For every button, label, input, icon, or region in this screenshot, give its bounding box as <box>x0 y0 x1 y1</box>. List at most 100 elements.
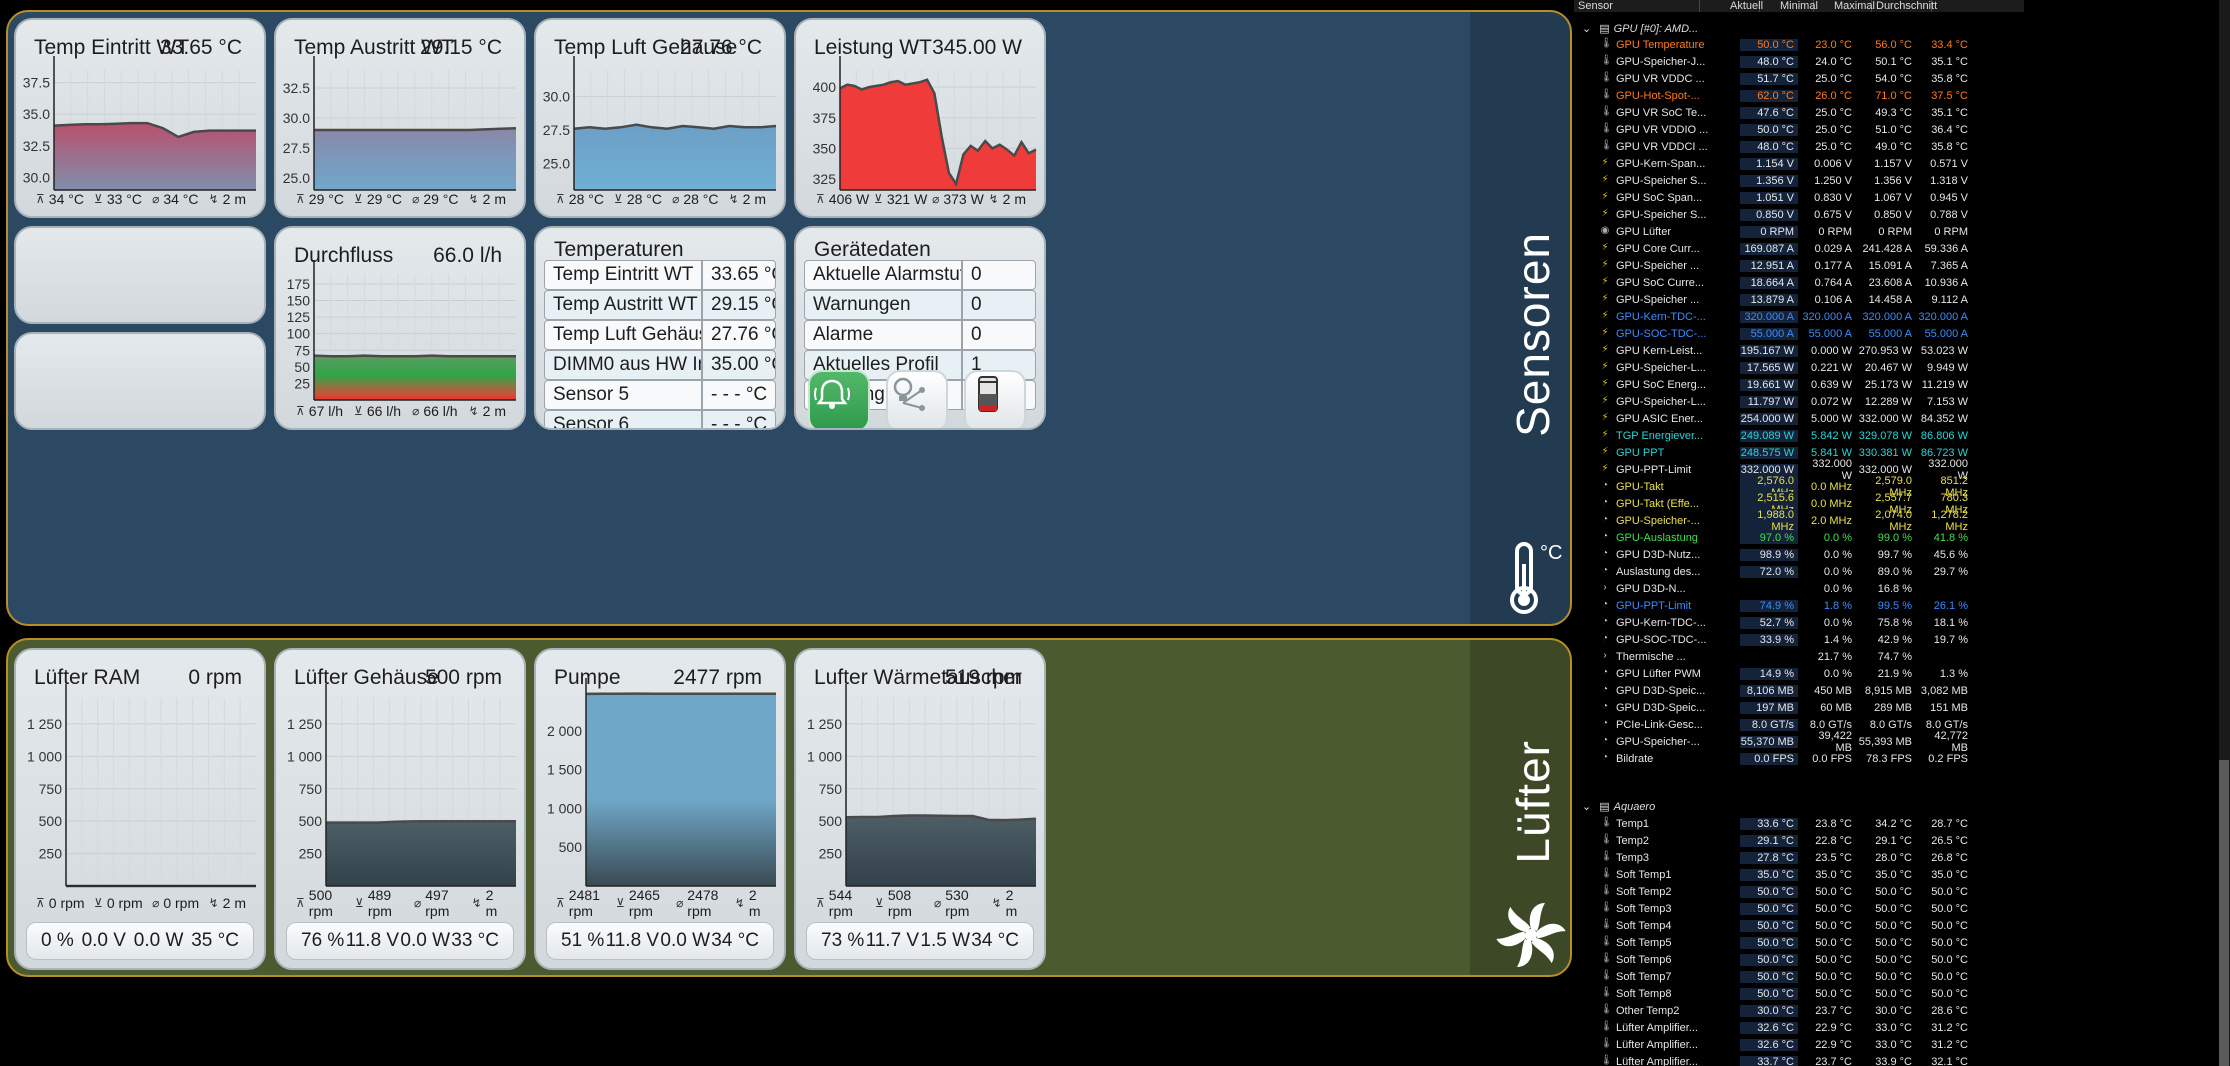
device-status-button[interactable] <box>964 370 1026 428</box>
chart-card-temp-case-air[interactable]: Temp Luft Gehäuse 27.76 °C 30.0 27.5 25.0 ⊼ 28… <box>534 18 786 218</box>
sensor-row[interactable]: ⚡ GPU-Kern-Span... 1.154 V 0.006 V 1.157 V 0.… <box>1574 155 2024 172</box>
expand-chevron-icon[interactable]: › <box>1600 582 1610 594</box>
sensor-row[interactable]: ◔ Bildrate 0.0 FPS 0.0 FPS 78.3 FPS 0.2 FPS <box>1574 750 2024 767</box>
sensor-row[interactable]: ◔ GPU-SOC-TDC-... 33.9 % 1.4 % 42.9 % 19.7 % <box>1574 631 2024 648</box>
fan-card-ram[interactable]: Lüfter RAM 0 rpm 1 250 1 000 750 500 250 ⊼ 0 rpm… <box>14 648 266 970</box>
sensor-row[interactable]: 🌡 Soft Temp1 35.0 °C 35.0 °C 35.0 °C 35.0 °C <box>1574 866 2024 883</box>
sensor-average: 53.023 W <box>1920 344 1968 357</box>
sensor-row[interactable]: ◔ GPU D3D-Speic... 8,106 MB 450 MB 8,915 MB 3… <box>1574 682 2024 699</box>
sensor-row[interactable]: 🌡 Temp1 33.6 °C 23.8 °C 34.2 °C 28.7 °C <box>1574 815 2024 832</box>
chart-card-temp-outlet[interactable]: Temp Austritt WT 29.15 °C 32.5 30.0 27.5 25.0… <box>274 18 526 218</box>
sensor-row[interactable]: › Thermische ... 21.7 % 74.7 % <box>1574 648 2024 665</box>
sensor-row[interactable]: ⚡ GPU Kern-Leist... 195.167 W 0.000 W 270.95… <box>1574 342 2024 359</box>
sensor-row[interactable]: 🌡 Temp3 27.8 °C 23.5 °C 28.0 °C 26.8 °C <box>1574 849 2024 866</box>
sensor-row[interactable]: 🌡 Soft Temp7 50.0 °C 50.0 °C 50.0 °C 50.0 °C <box>1574 968 2024 985</box>
light-control-button[interactable] <box>886 370 948 428</box>
chart-card-temp-inlet[interactable]: Temp Eintritt WT 33.65 °C 37.5 35.0 32.5 30.0… <box>14 18 266 218</box>
sensor-row[interactable]: ◔ Auslastung des... 72.0 % 0.0 % 89.0 % 29.7 … <box>1574 563 2024 580</box>
header-min[interactable]: Minimal <box>1760 0 1818 12</box>
sensor-name: Soft Temp8 <box>1616 987 1672 1000</box>
sensor-row[interactable]: 🌡 GPU Temperature 50.0 °C 23.0 °C 56.0 °C 33.… <box>1574 36 2024 53</box>
sensor-group-header[interactable]: ⌄ ▤ GPU [#0]: AMD... <box>1582 20 2022 37</box>
sensor-row[interactable]: ⚡ TGP Energiever... 249.089 W 5.842 W 329.07… <box>1574 427 2024 444</box>
sensor-row[interactable]: 🌡 Lüfter Amplifier... 32.6 °C 22.9 °C 33.0 °… <box>1574 1019 2024 1036</box>
sensor-name: GPU-Takt <box>1616 480 1664 493</box>
sensor-row[interactable]: ◔ GPU-Kern-TDC-... 52.7 % 0.0 % 75.8 % 18.1 % <box>1574 614 2024 631</box>
sensor-row[interactable]: 🌡 Soft Temp6 50.0 °C 50.0 °C 50.0 °C 50.0 °C <box>1574 951 2024 968</box>
sensor-average: 50.0 °C <box>1931 885 1968 898</box>
chart-card-flow[interactable]: Durchfluss 66.0 l/h 175 150 125 100 75 50 25 ⊼ 67 … <box>274 226 526 430</box>
chart-card-power-wt[interactable]: Leistung WT 345.00 W 400 375 350 325 ⊼ 406 W ⊻ 32… <box>794 18 1046 218</box>
sensor-row[interactable]: ⚡ GPU Core Curr... 169.087 A 0.029 A 241.428… <box>1574 240 2024 257</box>
sensor-row[interactable]: 🌡 GPU VR VDDIO ... 50.0 °C 25.0 °C 51.0 °C 36… <box>1574 121 2024 138</box>
sensor-row[interactable]: ⚡ GPU SoC Curre... 18.664 A 0.764 A 23.608 A… <box>1574 274 2024 291</box>
sensor-row[interactable]: 🌡 GPU VR SoC Te... 47.6 °C 25.0 °C 49.3 °C 35… <box>1574 104 2024 121</box>
stat-min-value: 2465 rpm <box>628 887 660 919</box>
sensor-row[interactable]: › GPU D3D-N... 0.0 % 16.8 % <box>1574 580 2024 597</box>
gauge-card-pump-rpm[interactable] <box>14 332 266 430</box>
sensor-row[interactable]: 🌡 GPU-Speicher-J... 48.0 °C 24.0 °C 50.1 °C 3… <box>1574 53 2024 70</box>
sensor-row[interactable]: 🌡 Lüfter Amplifier... 33.7 °C 23.7 °C 33.9 °… <box>1574 1053 2024 1066</box>
stat-time: ↯ 2 m <box>735 887 766 919</box>
sensor-name: Temp1 <box>1616 817 1650 830</box>
sensor-row[interactable]: ⚡ GPU ASIC Ener... 254.000 W 5.000 W 332.000… <box>1574 410 2024 427</box>
sensor-row[interactable]: ⚡ GPU SoC Energ... 19.661 W 0.639 W 25.173 W… <box>1574 376 2024 393</box>
header-average[interactable]: Durchschnitt <box>1872 0 1937 12</box>
sensor-row[interactable]: ⚡ GPU-Speicher S... 0.850 V 0.675 V 0.850 V 0… <box>1574 206 2024 223</box>
sensor-row[interactable]: 🌡 Temp2 29.1 °C 22.8 °C 29.1 °C 26.5 °C <box>1574 832 2024 849</box>
row-label: Temp Austritt WT <box>544 290 702 320</box>
sensor-row[interactable]: ◔ GPU-Speicher-... 1,988.0 MHz 2.0 MHz 2,074… <box>1574 508 2024 533</box>
expand-chevron-icon[interactable]: › <box>1600 650 1610 662</box>
sensor-row[interactable]: ◔ GPU Lüfter PWM 14.9 % 0.0 % 21.9 % 1.3 % <box>1574 665 2024 682</box>
sensor-row[interactable]: 🌡 GPU VR VDDCI ... 48.0 °C 25.0 °C 49.0 °C 35… <box>1574 138 2024 155</box>
sensor-row[interactable]: 🌡 Lüfter Amplifier... 32.6 °C 22.9 °C 33.0 °… <box>1574 1036 2024 1053</box>
sensor-row[interactable]: ◔ GPU-Speicher-... 55,370 MB 39,422 MB 55,39… <box>1574 730 2024 754</box>
sensor-row[interactable]: ⚡ GPU-Kern-TDC-... 320.000 A 320.000 A 320.0… <box>1574 308 2024 325</box>
fan-card-case[interactable]: Lüfter Gehäuse 500 rpm 1 250 1 000 750 500 250… <box>274 648 526 970</box>
sensor-min: 50.0 °C <box>1815 953 1852 966</box>
sensor-row[interactable]: ⚡ GPU-SOC-TDC-... 55.000 A 55.000 A 55.000 A… <box>1574 325 2024 342</box>
sensor-row[interactable]: ⚡ GPU-Speicher-L... 17.565 W 0.221 W 20.467 … <box>1574 359 2024 376</box>
sensor-row[interactable]: ⚡ GPU-Speicher S... 1.356 V 1.250 V 1.356 V 1… <box>1574 172 2024 189</box>
sensor-row[interactable]: 🌡 Soft Temp5 50.0 °C 50.0 °C 50.0 °C 50.0 °C <box>1574 934 2024 951</box>
alarm-bell-button[interactable] <box>808 370 870 428</box>
sensor-row[interactable]: ◉ GPU Lüfter 0 RPM 0 RPM 0 RPM 0 RPM <box>1574 223 2024 240</box>
sensor-group-header[interactable]: ⌄ ▤ Aquaero <box>1582 798 2022 815</box>
table-row: DIMM0 aus HW Info35.00 °C <box>544 350 776 380</box>
sensor-row[interactable]: ◔ GPU-PPT-Limit 74.9 % 1.8 % 99.5 % 26.1 % <box>1574 597 2024 614</box>
scrollbar-thumb[interactable] <box>2219 760 2229 1066</box>
sensor-min: 0.675 V <box>1814 208 1852 221</box>
header-max[interactable]: Maximal <box>1814 0 1875 12</box>
sensor-row[interactable]: 🌡 Soft Temp8 50.0 °C 50.0 °C 50.0 °C 50.0 °C <box>1574 985 2024 1002</box>
sensor-row[interactable]: ◔ GPU D3D-Nutz... 98.9 % 0.0 % 99.7 % 45.6 % <box>1574 546 2024 563</box>
sensor-row[interactable]: ⚡ GPU SoC Span... 1.051 V 0.830 V 1.067 V 0.9… <box>1574 189 2024 206</box>
sensor-max: 50.0 °C <box>1875 987 1912 1000</box>
sensor-row[interactable]: ⚡ GPU-Speicher ... 12.951 A 0.177 A 15.091 A… <box>1574 257 2024 274</box>
sensor-row[interactable]: ◔ GPU-Auslastung 97.0 % 0.0 % 99.0 % 41.8 % <box>1574 529 2024 546</box>
sensor-row[interactable]: 🌡 Soft Temp3 50.0 °C 50.0 °C 50.0 °C 50.0 °C <box>1574 900 2024 917</box>
sensor-row[interactable]: 🌡 Soft Temp2 50.0 °C 50.0 °C 50.0 °C 50.0 °C <box>1574 883 2024 900</box>
sensor-row[interactable]: 🌡 Soft Temp4 50.0 °C 50.0 °C 50.0 °C 50.0 °C <box>1574 917 2024 934</box>
sensor-row[interactable]: 🌡 GPU VR VDDC ... 51.7 °C 25.0 °C 54.0 °C 35.… <box>1574 70 2024 87</box>
sensor-row[interactable]: 🌡 Other Temp2 30.0 °C 23.7 °C 30.0 °C 28.6 °C <box>1574 1002 2024 1019</box>
fan-footer-percent: 0 % <box>41 930 74 951</box>
chart-svg: 175150125100755025 <box>287 260 516 401</box>
fan-card-heat-exchanger[interactable]: Lufter Wärmetauscher 519 rpm 1 250 1 000 750… <box>794 648 1046 970</box>
row-label: Aktuelle Alarmstufe <box>804 260 962 290</box>
fan-card-pump[interactable]: Pumpe 2477 rpm 2 000 1 500 1 000 500 ⊼ 2481 rpm… <box>534 648 786 970</box>
sensor-average: 28.6 °C <box>1931 1004 1968 1017</box>
y-tick-label: 250 <box>299 846 323 862</box>
sensor-row[interactable]: ◔ GPU D3D-Speic... 197 MB 60 MB 289 MB 151 MB <box>1574 699 2024 716</box>
header-sensor[interactable]: Sensor <box>1574 0 1700 12</box>
sensor-row[interactable]: 🌡 GPU-Hot-Spot-... 62.0 °C 26.0 °C 71.0 °C 37… <box>1574 87 2024 104</box>
sensor-max: 74.7 % <box>1877 650 1912 663</box>
y-tick-label: 175 <box>287 276 311 292</box>
gauge-card-pump-percent[interactable] <box>14 226 266 324</box>
sensor-row[interactable]: ⚡ GPU-Speicher ... 13.879 A 0.106 A 14.458 A… <box>1574 291 2024 308</box>
sensor-min: 25.0 °C <box>1815 72 1852 85</box>
sensor-name: GPU SoC Curre... <box>1616 276 1705 289</box>
header-current[interactable]: Aktuell <box>1700 0 1763 12</box>
sensor-max: 55,393 MB <box>1858 735 1912 748</box>
sensor-row[interactable]: ⚡ GPU-Speicher-L... 11.797 W 0.072 W 12.289 … <box>1574 393 2024 410</box>
sensor-max: 320.000 A <box>1862 310 1912 323</box>
